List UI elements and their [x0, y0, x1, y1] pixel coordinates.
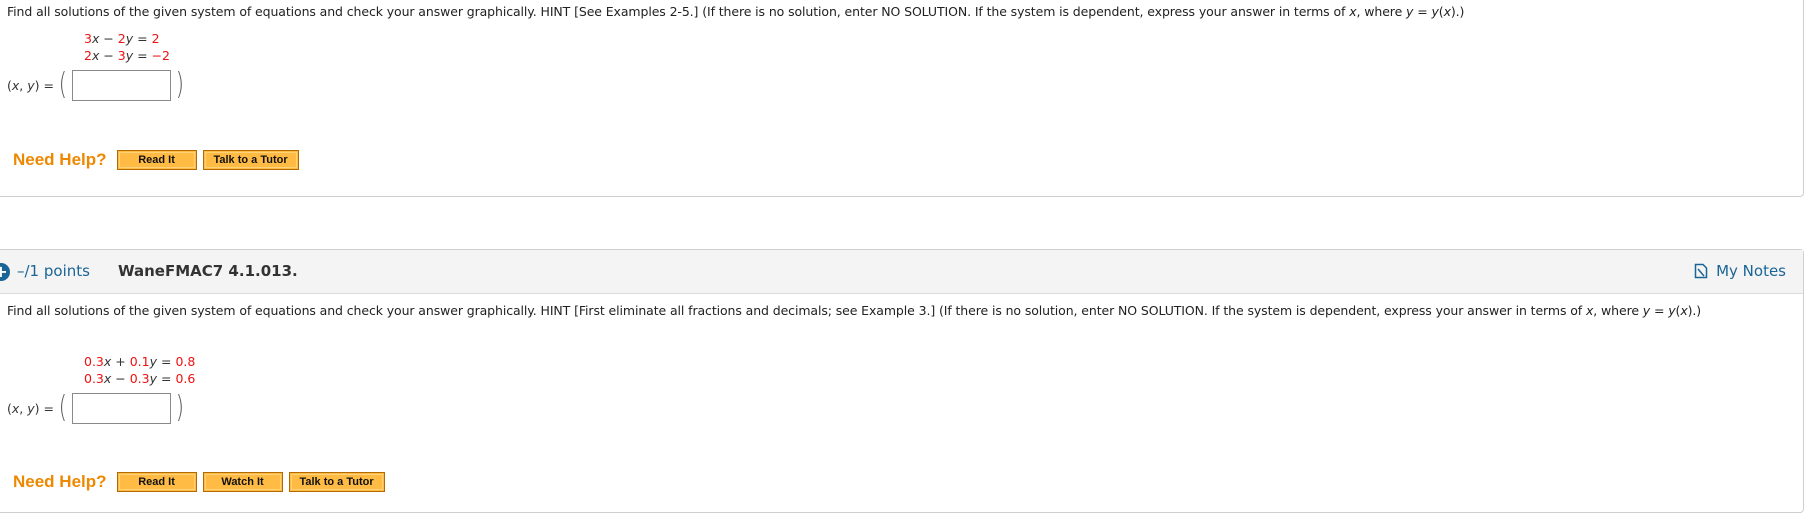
question-1-equations: 3x − 2y = 2 2x − 3y = −2: [84, 30, 170, 64]
read-it-button[interactable]: Read It: [116, 472, 197, 492]
question-1-panel: Find all solutions of the given system o…: [0, 0, 1804, 197]
question-1-help-row: Need Help? Read It Talk to a Tutor: [13, 150, 305, 170]
read-it-button[interactable]: Read It: [116, 150, 197, 170]
talk-to-tutor-button[interactable]: Talk to a Tutor: [288, 472, 385, 492]
question-2-answer-row: (x, y) = ( ): [7, 391, 188, 425]
close-paren: ): [175, 390, 184, 425]
close-paren: ): [175, 67, 184, 102]
open-paren: (: [58, 390, 67, 425]
expand-plus-icon[interactable]: +: [0, 263, 10, 281]
my-notes-label: My Notes: [1716, 262, 1786, 280]
my-notes-link[interactable]: My Notes: [1694, 262, 1786, 280]
answer-input[interactable]: [71, 69, 171, 101]
talk-to-tutor-button[interactable]: Talk to a Tutor: [202, 150, 299, 170]
question-2-equations: 0.3x + 0.1y = 0.8 0.3x − 0.3y = 0.6: [84, 353, 195, 387]
equation-2: 0.3x − 0.3y = 0.6: [84, 371, 196, 386]
need-help-label: Need Help?: [13, 150, 107, 169]
answer-label: (x, y) =: [7, 400, 54, 416]
question-2-panel: + –/1 points WaneFMAC7 4.1.013. My Notes…: [0, 249, 1804, 513]
answer-label: (x, y) =: [7, 77, 54, 93]
notes-icon: [1694, 263, 1708, 279]
equation-1: 3x − 2y = 2: [84, 31, 160, 46]
question-2-prompt: Find all solutions of the given system o…: [7, 303, 1702, 318]
open-paren: (: [58, 67, 67, 102]
equation-1: 0.3x + 0.1y = 0.8: [84, 354, 196, 369]
answer-input[interactable]: [71, 392, 171, 424]
question-id: WaneFMAC7 4.1.013.: [118, 262, 298, 280]
watch-it-button[interactable]: Watch It: [202, 472, 283, 492]
need-help-label: Need Help?: [13, 472, 107, 491]
question-1-prompt: Find all solutions of the given system o…: [7, 4, 1465, 19]
points-label: –/1 points: [17, 262, 90, 280]
equation-2: 2x − 3y = −2: [84, 48, 170, 63]
question-2-header: + –/1 points WaneFMAC7 4.1.013. My Notes: [0, 250, 1803, 294]
question-2-help-row: Need Help? Read It Watch It Talk to a Tu…: [13, 472, 391, 492]
question-1-answer-row: (x, y) = ( ): [7, 68, 188, 102]
